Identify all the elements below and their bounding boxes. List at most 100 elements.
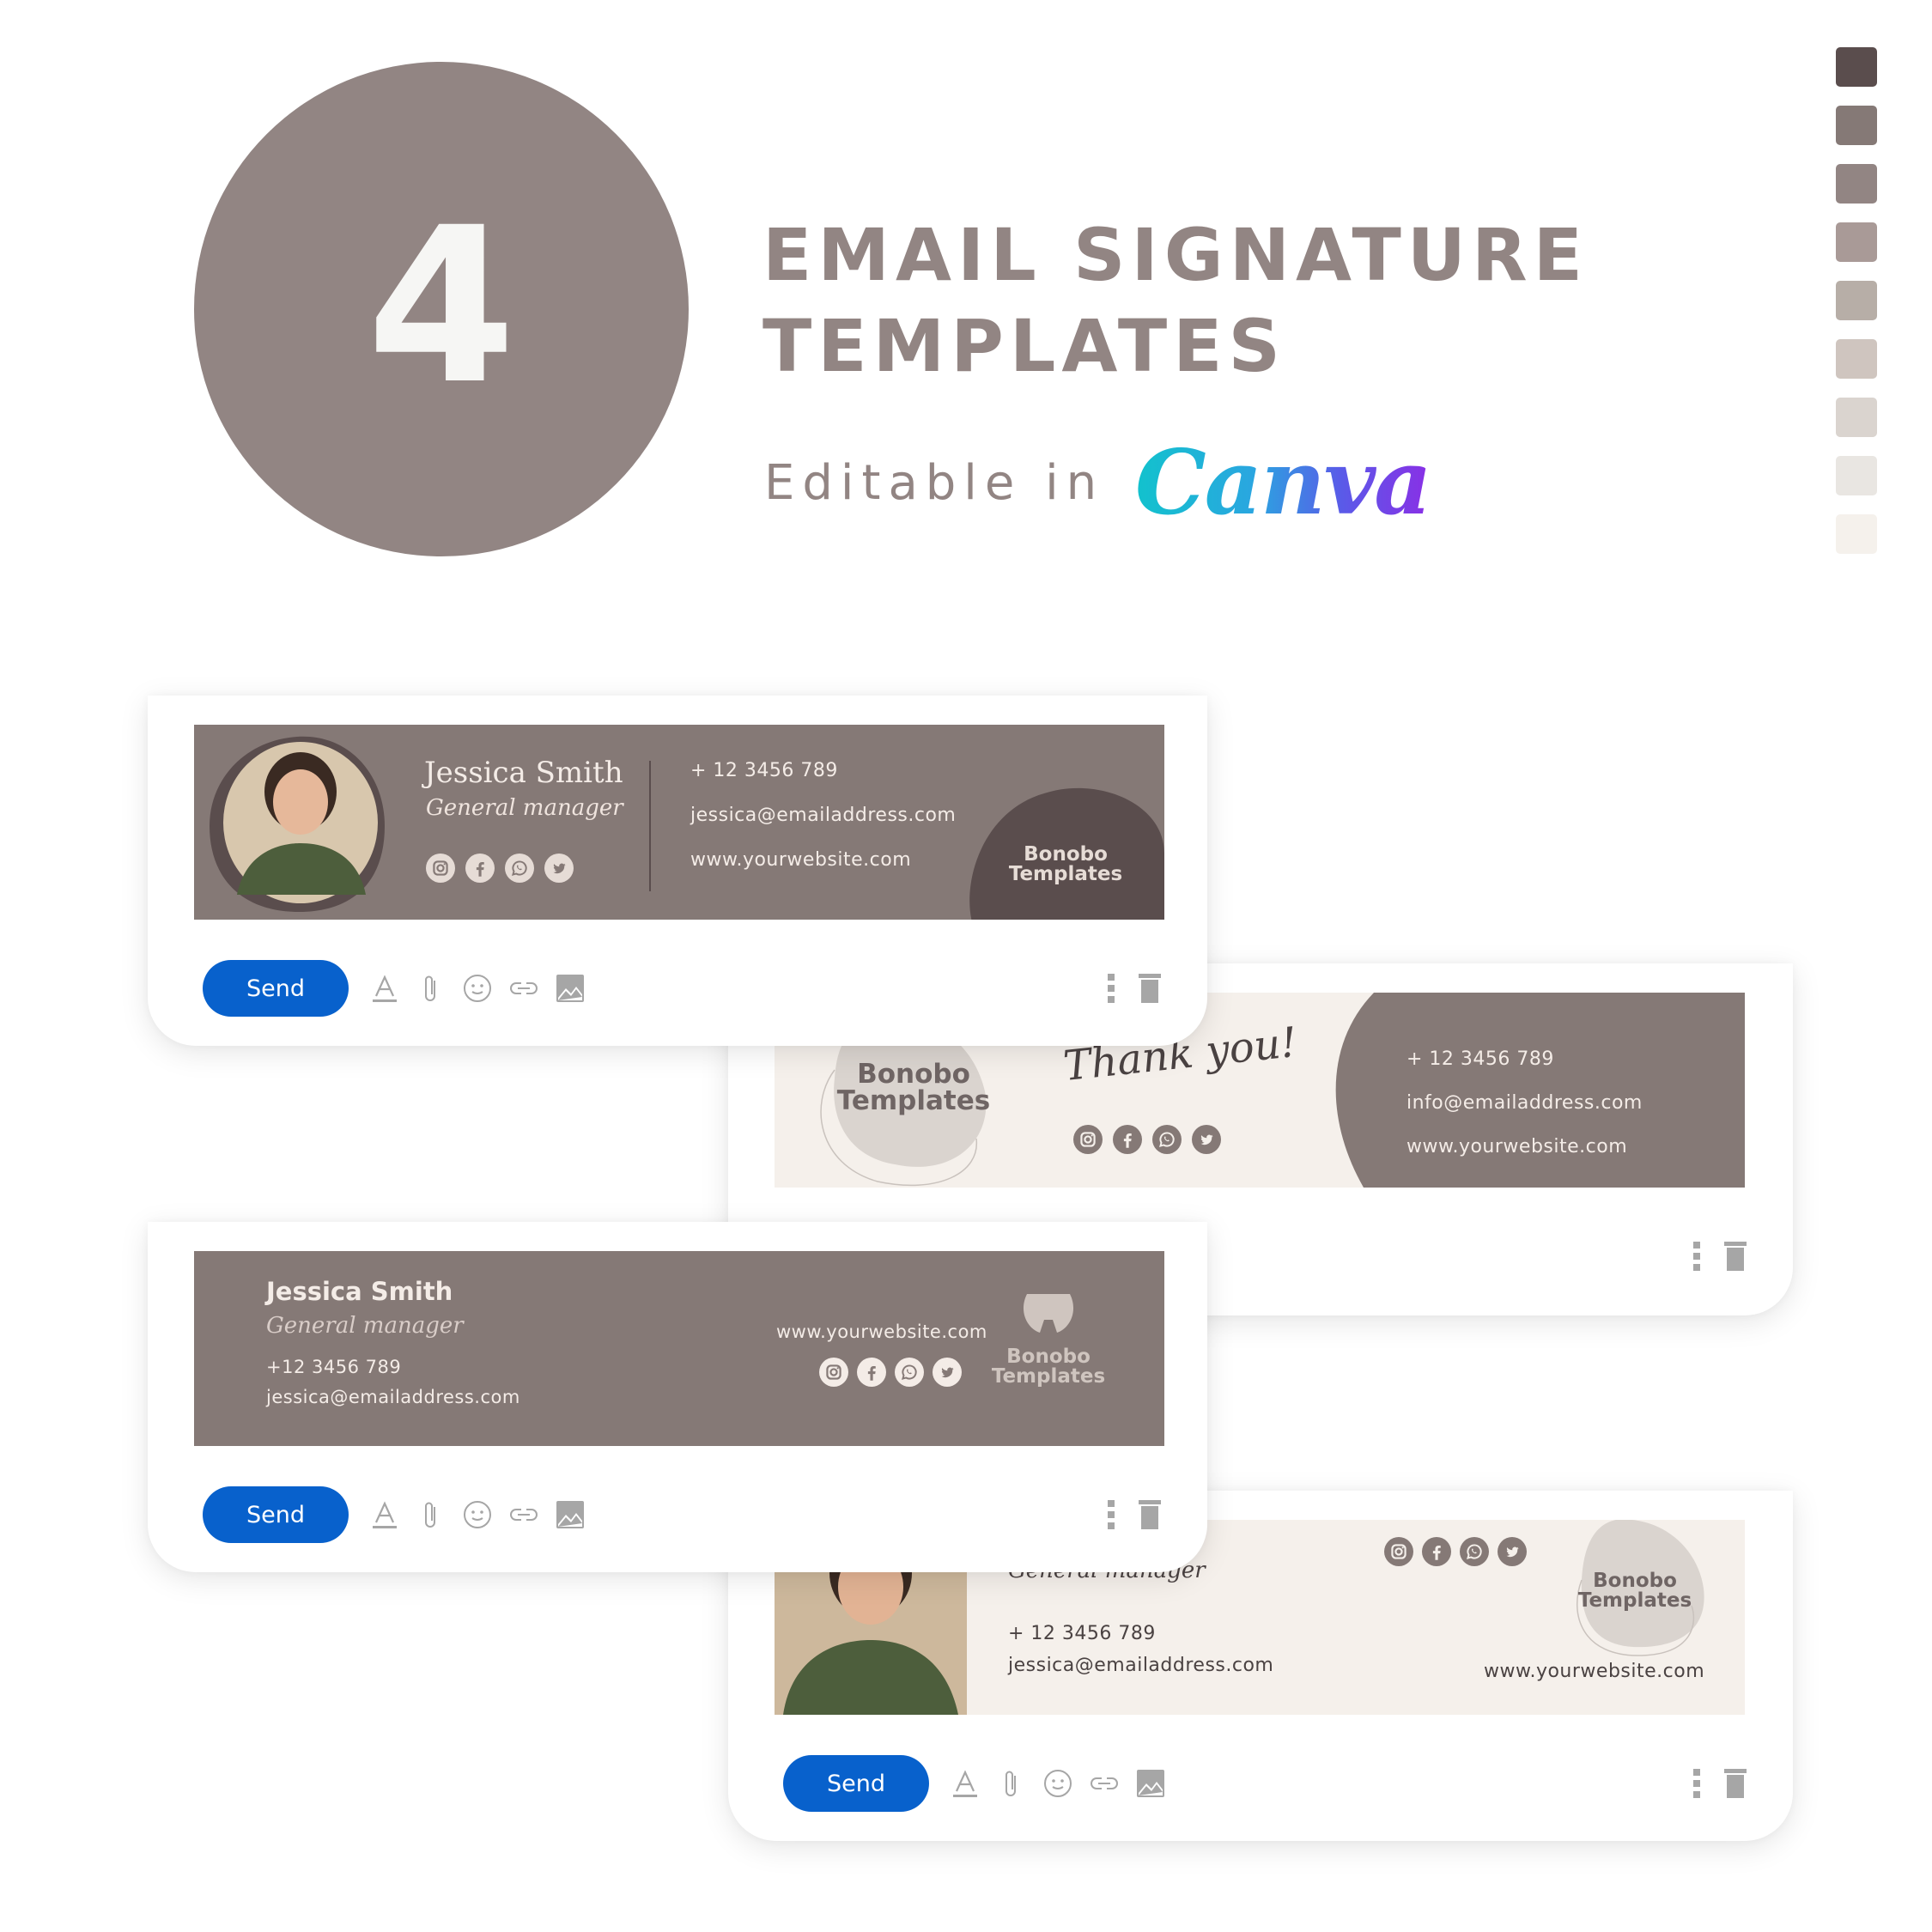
palette-swatch xyxy=(1836,339,1877,379)
instagram-icon[interactable] xyxy=(426,854,455,883)
more-vertical-icon[interactable] xyxy=(1108,1500,1115,1529)
link-icon[interactable] xyxy=(1089,1768,1120,1799)
social-links xyxy=(426,854,574,883)
more-vertical-icon[interactable] xyxy=(1693,1769,1700,1798)
website-text[interactable]: www.yourwebsite.com xyxy=(1406,1125,1643,1169)
paperclip-icon[interactable] xyxy=(996,1768,1027,1799)
palette-swatch xyxy=(1836,281,1877,320)
brand-logo: Bonobo Templates xyxy=(836,1059,991,1116)
contact-name: Jessica Smith xyxy=(424,756,623,790)
emoji-icon[interactable] xyxy=(462,973,493,1004)
twitter-icon[interactable] xyxy=(1192,1125,1221,1154)
whatsapp-icon[interactable] xyxy=(1152,1125,1182,1154)
text-format-icon[interactable] xyxy=(369,1499,400,1530)
facebook-icon[interactable] xyxy=(1113,1125,1142,1154)
editable-label: Editable in xyxy=(764,455,1105,511)
whatsapp-icon[interactable] xyxy=(1460,1537,1489,1566)
palette-swatch xyxy=(1836,222,1877,262)
whatsapp-icon[interactable] xyxy=(895,1358,924,1387)
palette-swatch xyxy=(1836,514,1877,554)
twitter-icon[interactable] xyxy=(1498,1537,1527,1566)
toolbar-right-actions xyxy=(1108,1500,1161,1529)
instagram-icon[interactable] xyxy=(819,1358,848,1387)
paperclip-icon[interactable] xyxy=(416,973,447,1004)
image-icon[interactable] xyxy=(1135,1768,1166,1799)
divider xyxy=(649,761,651,891)
phone-text: + 12 3456 789 xyxy=(1008,1623,1156,1644)
phone-text: +12 3456 789 xyxy=(266,1357,402,1377)
facebook-icon[interactable] xyxy=(465,854,495,883)
email-text[interactable]: info@emailaddress.com xyxy=(1406,1081,1643,1125)
contact-info: +12 3456 789 jessica@emailaddress.com xyxy=(266,1352,520,1413)
twitter-icon[interactable] xyxy=(544,854,574,883)
toolbar-right-actions xyxy=(1693,1769,1747,1798)
trash-icon[interactable] xyxy=(1724,1769,1747,1798)
canva-logo: Canva xyxy=(1135,429,1432,535)
trash-icon[interactable] xyxy=(1139,974,1161,1003)
palette-swatch xyxy=(1836,164,1877,204)
whatsapp-icon[interactable] xyxy=(505,854,534,883)
more-vertical-icon[interactable] xyxy=(1108,974,1115,1003)
signature-card-1: Jessica Smith General manager + 12 3456 … xyxy=(148,696,1207,1046)
signature-banner-3: Jessica Smith General manager +12 3456 7… xyxy=(194,1251,1164,1446)
contact-name: Jessica Smith xyxy=(266,1277,453,1306)
website-text[interactable]: www.yourwebsite.com xyxy=(690,838,956,883)
emoji-icon[interactable] xyxy=(462,1499,493,1530)
website-text[interactable]: www.yourwebsite.com xyxy=(776,1321,987,1342)
social-links xyxy=(1073,1125,1221,1154)
phone-text: + 12 3456 789 xyxy=(1406,1048,1554,1070)
compose-toolbar: Send xyxy=(783,1753,1747,1814)
facebook-icon[interactable] xyxy=(1422,1537,1451,1566)
send-button[interactable]: Send xyxy=(203,960,349,1017)
palette-swatch xyxy=(1836,456,1877,495)
text-format-icon[interactable] xyxy=(369,973,400,1004)
paperclip-icon[interactable] xyxy=(416,1499,447,1530)
email-text[interactable]: jessica@emailaddress.com xyxy=(266,1382,520,1413)
template-count: 4 xyxy=(367,181,516,431)
image-icon[interactable] xyxy=(555,973,586,1004)
toolbar-right-actions xyxy=(1693,1242,1747,1271)
more-vertical-icon[interactable] xyxy=(1693,1242,1700,1271)
contact-info: + 12 3456 789 jessica@emailaddress.com w… xyxy=(690,749,956,883)
compose-toolbar: Send xyxy=(203,1485,1161,1545)
job-title: General manager xyxy=(426,795,623,821)
contact-info: + 12 3456 789 info@emailaddress.com www.… xyxy=(1406,1037,1643,1169)
brand-logo: Bonobo Templates xyxy=(991,1346,1106,1388)
title-line-2: TEMPLATES xyxy=(762,304,1287,388)
image-icon[interactable] xyxy=(555,1499,586,1530)
contact-info: + 12 3456 789 jessica@emailaddress.com xyxy=(1008,1618,1273,1681)
compose-toolbar: Send xyxy=(203,958,1161,1018)
trash-icon[interactable] xyxy=(1724,1242,1747,1271)
facebook-icon[interactable] xyxy=(857,1358,886,1387)
brand-logo: Bonobo Templates xyxy=(1008,843,1123,885)
brand-logo: Bonobo Templates xyxy=(1577,1570,1692,1612)
instagram-icon[interactable] xyxy=(1073,1125,1103,1154)
count-badge: 4 xyxy=(194,62,689,556)
page-title: EMAIL SIGNATURE TEMPLATES xyxy=(762,210,1589,392)
signature-card-3: Jessica Smith General manager +12 3456 7… xyxy=(148,1222,1207,1572)
send-button[interactable]: Send xyxy=(203,1486,349,1543)
email-text[interactable]: jessica@emailaddress.com xyxy=(690,793,956,838)
palette-swatch xyxy=(1836,106,1877,145)
text-format-icon[interactable] xyxy=(950,1768,981,1799)
avatar-frame xyxy=(210,736,385,912)
send-button[interactable]: Send xyxy=(783,1755,929,1812)
palette-swatch xyxy=(1836,398,1877,437)
website-text[interactable]: www.yourwebsite.com xyxy=(1484,1661,1704,1682)
link-icon[interactable] xyxy=(508,973,539,1004)
title-line-1: EMAIL SIGNATURE xyxy=(762,213,1589,297)
emoji-icon[interactable] xyxy=(1042,1768,1073,1799)
email-text[interactable]: jessica@emailaddress.com xyxy=(1008,1649,1273,1681)
toolbar-right-actions xyxy=(1108,974,1161,1003)
link-icon[interactable] xyxy=(508,1499,539,1530)
palette-swatch xyxy=(1836,47,1877,87)
social-links xyxy=(1384,1537,1527,1566)
trash-icon[interactable] xyxy=(1139,1500,1161,1529)
job-title: General manager xyxy=(266,1313,464,1339)
bonobo-mascot-icon xyxy=(1023,1294,1074,1333)
phone-text: + 12 3456 789 xyxy=(690,760,838,781)
twitter-icon[interactable] xyxy=(933,1358,962,1387)
social-links xyxy=(819,1358,962,1387)
signature-banner-1: Jessica Smith General manager + 12 3456 … xyxy=(194,725,1164,920)
instagram-icon[interactable] xyxy=(1384,1537,1413,1566)
